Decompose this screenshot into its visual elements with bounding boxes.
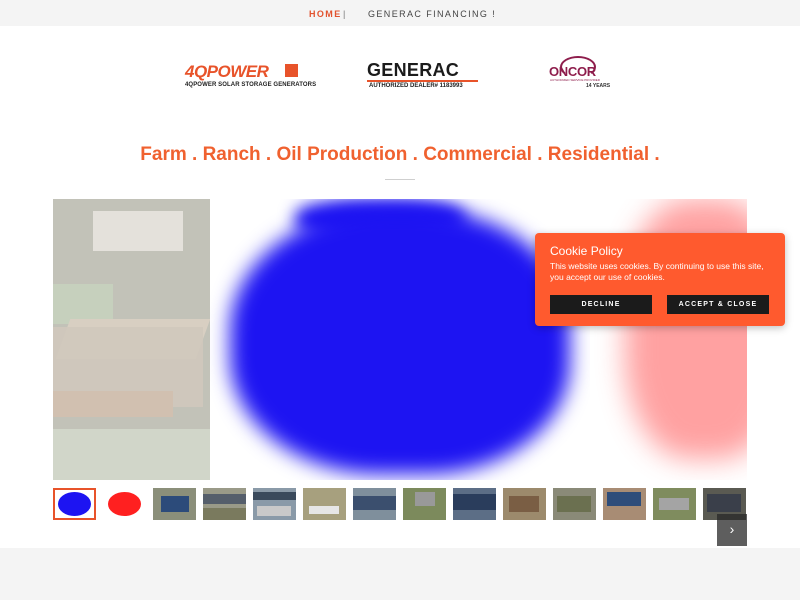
thumbnail-red[interactable] bbox=[103, 488, 146, 520]
solar-panel-image bbox=[607, 492, 641, 506]
thumbnail-blue[interactable] bbox=[53, 488, 96, 520]
thumbnail-solar-1[interactable] bbox=[153, 488, 196, 520]
chevron-right-icon: › bbox=[729, 521, 735, 537]
building-image bbox=[309, 506, 339, 514]
oncor-logo[interactable]: ONCOR AUTHORIZED SERVICE PROVIDER 14 YEA… bbox=[546, 56, 616, 92]
4qpower-logo[interactable]: 4QPOWER 4QPOWER SOLAR STORAGE GENERATORS bbox=[185, 62, 335, 92]
generac-logo-text: GENERAC bbox=[367, 60, 460, 80]
solar-panel-image bbox=[203, 494, 246, 504]
thumbnail-solar-9[interactable] bbox=[553, 488, 596, 520]
generac-logo-bar bbox=[367, 80, 478, 82]
cookie-policy-banner: Cookie Policy This website uses cookies.… bbox=[535, 233, 785, 326]
barn-image bbox=[509, 496, 539, 512]
nav-generac-financing-link[interactable]: GENERAC FINANCING ! bbox=[368, 9, 496, 19]
slide-previous-image[interactable] bbox=[53, 199, 210, 480]
thumbnail-blue-circle bbox=[58, 492, 91, 516]
ground-image bbox=[203, 508, 246, 520]
slider-next-button[interactable]: › bbox=[717, 514, 747, 546]
cookie-accept-close-button[interactable]: ACCEPT & CLOSE bbox=[667, 295, 769, 314]
solar-panel-image bbox=[253, 492, 296, 500]
oncor-logo-text: ONCOR bbox=[549, 64, 596, 79]
4qpower-logo-tagline: 4QPOWER SOLAR STORAGE GENERATORS bbox=[185, 82, 317, 88]
solar-panel-image bbox=[161, 496, 189, 512]
page-footer-area bbox=[0, 548, 800, 600]
thumbnail-solar-7[interactable] bbox=[453, 488, 496, 520]
thumbnail-solar-3[interactable] bbox=[253, 488, 296, 520]
slide-fade-overlay bbox=[53, 199, 210, 480]
generac-logo-tagline: AUTHORIZED DEALER# 1183993 bbox=[369, 83, 463, 89]
aerial-image bbox=[557, 496, 591, 512]
solar-panel-image bbox=[453, 494, 496, 510]
building-image bbox=[415, 492, 435, 506]
oncor-logo-years: 14 YEARS bbox=[586, 83, 611, 89]
thumbnail-solar-5[interactable] bbox=[353, 488, 396, 520]
solar-panel-image bbox=[353, 496, 396, 510]
vehicle-image bbox=[257, 506, 291, 516]
blue-blob bbox=[230, 209, 570, 474]
generac-logo[interactable]: GENERAC AUTHORIZED DEALER# 1183993 bbox=[367, 60, 482, 92]
top-navigation: HOME | GENERAC FINANCING ! bbox=[0, 0, 800, 26]
thumbnail-solar-6[interactable] bbox=[403, 488, 446, 520]
thumbnail-solar-4[interactable] bbox=[303, 488, 346, 520]
thumbnail-solar-2[interactable] bbox=[203, 488, 246, 520]
thumbnail-strip bbox=[53, 488, 747, 520]
nav-home-link[interactable]: HOME bbox=[309, 9, 342, 19]
4qpower-logo-text: 4QPOWER bbox=[185, 62, 269, 81]
page-headline: Farm . Ranch . Oil Production . Commerci… bbox=[140, 144, 660, 165]
headline-divider bbox=[385, 179, 415, 180]
cookie-title: Cookie Policy bbox=[550, 244, 623, 258]
slide-current-image[interactable] bbox=[210, 199, 590, 480]
oncor-logo-tagline: AUTHORIZED SERVICE PROVIDER bbox=[550, 78, 600, 82]
thumbnail-solar-11[interactable] bbox=[653, 488, 696, 520]
thumbnail-solar-10[interactable] bbox=[603, 488, 646, 520]
thumbnail-red-circle bbox=[108, 492, 141, 516]
4qpower-logo-mark bbox=[285, 64, 298, 77]
nav-separator: | bbox=[343, 9, 347, 19]
solar-panel-image bbox=[707, 494, 741, 512]
cookie-message: This website uses cookies. By continuing… bbox=[550, 261, 764, 282]
yard-image bbox=[659, 498, 689, 510]
thumbnail-solar-8[interactable] bbox=[503, 488, 546, 520]
cookie-decline-button[interactable]: DECLINE bbox=[550, 295, 652, 314]
